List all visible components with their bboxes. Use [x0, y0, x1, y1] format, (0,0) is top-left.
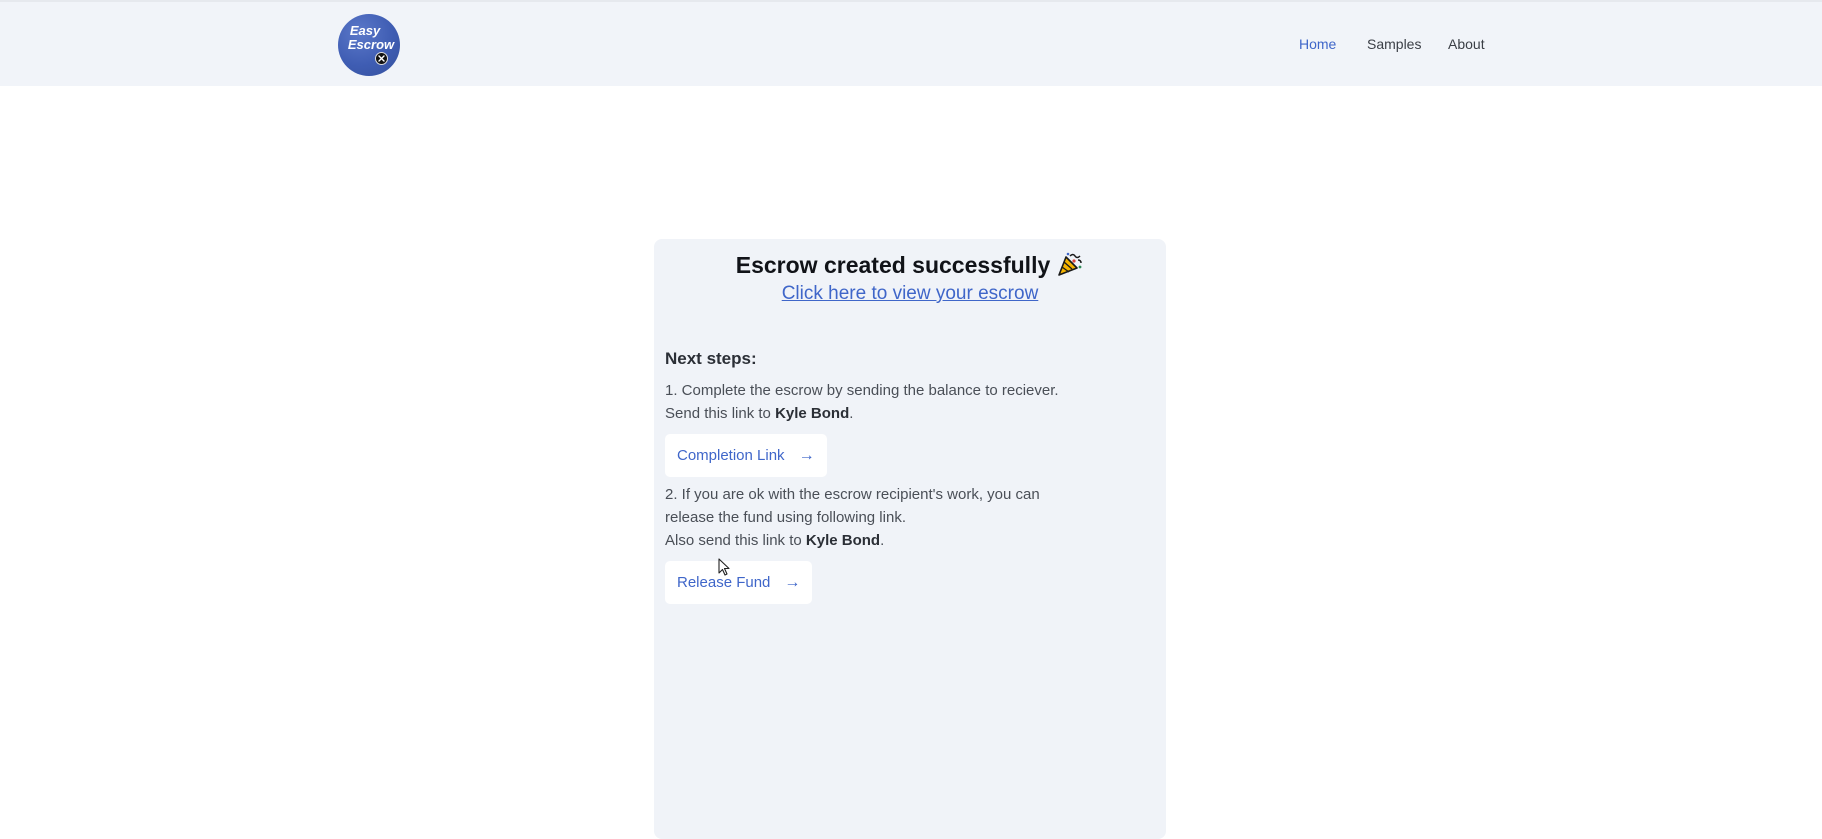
step2-line2: release the fund using following link.	[665, 509, 906, 526]
step2-line3: Also send this link to Kyle Bond.	[665, 529, 1085, 552]
success-title-text: Escrow created successfully	[735, 252, 1051, 278]
nav-home[interactable]: Home	[1299, 36, 1336, 52]
nav-samples[interactable]: Samples	[1367, 36, 1421, 52]
step1-line2: Send this link to Kyle Bond.	[665, 402, 1085, 425]
completion-link-label: Completion Link	[677, 447, 785, 464]
next-steps-heading: Next steps:	[665, 349, 757, 368]
step1-line1: 1. Complete the escrow by sending the ba…	[665, 382, 1059, 399]
success-title: Escrow created successfully	[654, 251, 1166, 279]
party-popper-icon	[1056, 251, 1084, 277]
step1-text: 1. Complete the escrow by sending the ba…	[665, 379, 1085, 425]
mouse-cursor-icon	[718, 558, 732, 578]
step2-line3-prefix: Also send this link to	[665, 532, 806, 549]
arrow-right-icon: →	[784, 574, 801, 591]
step2-recipient-name: Kyle Bond	[805, 532, 881, 549]
nav-about[interactable]: About	[1448, 36, 1485, 52]
close-badge-icon	[375, 52, 388, 65]
easy-escrow-logo[interactable]: Easy Escrow	[338, 14, 400, 76]
release-fund-button[interactable]: Release Fund →	[665, 561, 813, 604]
logo-text-line1: Easy	[349, 23, 381, 38]
step1-recipient-name: Kyle Bond	[775, 405, 850, 422]
step2-line3-suffix: .	[880, 532, 885, 549]
step1-line2-suffix: .	[849, 405, 854, 422]
view-escrow-link[interactable]: Click here to view your escrow	[654, 283, 1166, 305]
logo-text-line2: Escrow	[347, 37, 395, 52]
step1-line2-prefix: Send this link to	[665, 405, 776, 422]
arrow-right-icon: →	[798, 447, 815, 464]
step2-text: 2. If you are ok with the escrow recipie…	[665, 483, 1085, 552]
step2-line1: 2. If you are ok with the escrow recipie…	[665, 486, 1040, 503]
completion-link-button[interactable]: Completion Link →	[665, 434, 827, 477]
top-navbar: Easy Escrow Home Samples About	[0, 0, 1822, 86]
escrow-success-card: Escrow created successfully Click here t…	[654, 239, 1166, 839]
